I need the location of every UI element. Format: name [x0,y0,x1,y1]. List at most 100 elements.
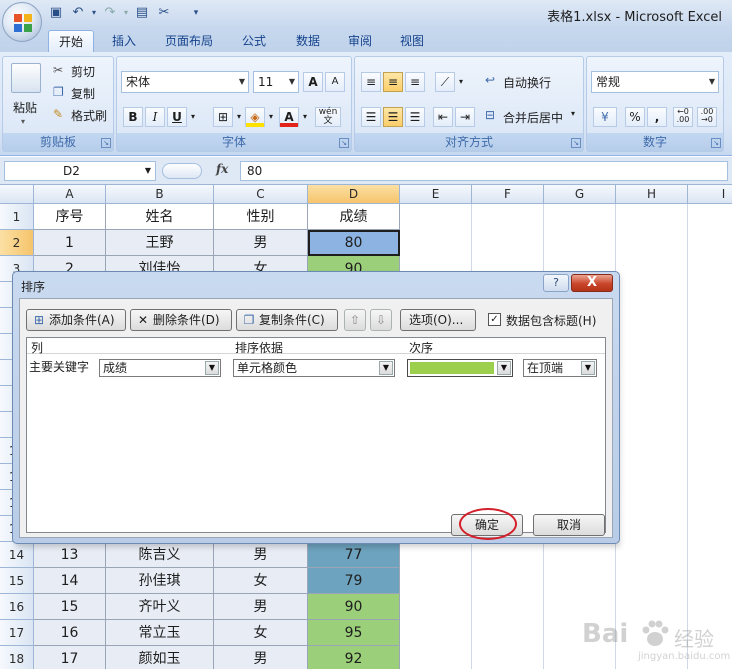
table-cell[interactable]: 男 [214,594,308,620]
paste-icon[interactable] [11,63,41,93]
sort-column-select[interactable]: 成绩 ▼ [99,359,221,377]
merge-dropdown-icon[interactable]: ▾ [571,109,575,118]
table-cell[interactable]: 92 [308,646,400,669]
table-cell[interactable]: 79 [308,568,400,594]
number-format-combo[interactable]: 常规 ▼ [591,71,719,93]
underline-dropdown-icon[interactable]: ▾ [187,107,199,127]
table-cell[interactable]: 14 [34,568,106,594]
table-cell[interactable]: 常立玉 [106,620,214,646]
shrink-font-button[interactable]: A [325,72,345,92]
copy-condition-button[interactable]: ❐ 复制条件(C) [236,309,338,331]
table-cell[interactable]: 16 [34,620,106,646]
column-header[interactable]: D [308,185,400,204]
delete-condition-button[interactable]: ✕ 删除条件(D) [130,309,232,331]
table-cell[interactable]: 男 [214,646,308,669]
save-icon[interactable]: ▣ [48,5,64,21]
print-preview-icon[interactable]: ▤ [134,5,150,21]
orientation-dropdown-icon[interactable]: ▾ [455,72,467,92]
table-cell[interactable]: 女 [214,620,308,646]
column-header[interactable]: B [106,185,214,204]
font-size-combo[interactable]: 11 ▼ [253,71,299,93]
column-header[interactable]: H [616,185,688,204]
table-cell[interactable]: 90 [308,594,400,620]
copy-button[interactable]: 复制 [71,85,95,102]
align-left-button[interactable]: ☰ [361,107,381,127]
clipboard-launcher-icon[interactable]: ↘ [101,138,111,148]
column-header[interactable]: E [400,185,472,204]
undo-dropdown-icon[interactable]: ▾ [86,5,102,21]
accounting-button[interactable]: ¥ [593,107,617,127]
undo-icon[interactable]: ↶ [70,5,86,21]
merge-center-button[interactable]: 合并后居中 [503,109,563,126]
orientation-button[interactable]: ⟋ [435,72,455,92]
options-button[interactable]: 选项(O)... [400,309,476,331]
table-cell[interactable]: 王野 [106,230,214,256]
move-down-button[interactable]: ⇩ [370,309,392,331]
row-header[interactable]: 2 [0,230,34,256]
alignment-launcher-icon[interactable]: ↘ [571,138,581,148]
paste-button[interactable]: 粘贴 [13,99,37,116]
fill-dropdown-icon[interactable]: ▾ [265,107,277,127]
tab-insert[interactable]: 插入 [104,30,144,52]
row-header[interactable]: 16 [0,594,34,620]
increase-decimal-button[interactable]: ←0.00 [673,107,693,127]
redo-icon[interactable]: ↷ [102,5,118,21]
borders-button[interactable]: ⊞ [213,107,233,127]
tab-page-layout[interactable]: 页面布局 [156,30,222,52]
has-header-checkbox[interactable]: ✓ [488,313,501,326]
paste-dropdown-icon[interactable]: ▾ [21,117,25,126]
move-up-button[interactable]: ⇧ [344,309,366,331]
tab-view[interactable]: 视图 [390,30,434,52]
increase-indent-button[interactable]: ⇥ [455,107,475,127]
table-header-cell[interactable]: 序号 [34,204,106,230]
table-header-cell[interactable]: 成绩 [308,204,400,230]
tab-data[interactable]: 数据 [286,30,330,52]
decrease-decimal-button[interactable]: .00 →0 [697,107,717,127]
number-launcher-icon[interactable]: ↘ [711,138,721,148]
order-position-select[interactable]: 在顶端 ▼ [523,359,597,377]
tab-review[interactable]: 审阅 [338,30,382,52]
font-name-combo[interactable]: 宋体 ▼ [121,71,249,93]
font-launcher-icon[interactable]: ↘ [339,138,349,148]
row-header[interactable]: 1 [0,204,34,230]
column-header[interactable]: G [544,185,616,204]
cancel-button[interactable]: 取消 [533,514,605,536]
customize-tools-icon[interactable]: ✂ [156,5,172,21]
sort-level-row[interactable]: 主要关键字 成绩 ▼ 单元格颜色 ▼ ▼ 在顶端 ▼ [27,355,605,381]
add-condition-button[interactable]: ⊞ 添加条件(A) [26,309,126,331]
row-header[interactable]: 17 [0,620,34,646]
align-top-button[interactable]: ≡ [361,72,381,92]
name-box[interactable]: D2 ▼ [4,161,156,181]
select-all-corner[interactable] [0,185,34,204]
comma-button[interactable]: , [647,107,667,127]
percent-button[interactable]: % [625,107,645,127]
borders-dropdown-icon[interactable]: ▾ [233,107,245,127]
tab-formulas[interactable]: 公式 [232,30,276,52]
align-right-button[interactable]: ☰ [405,107,425,127]
sort-on-select[interactable]: 单元格颜色 ▼ [233,359,395,377]
wrap-text-button[interactable]: 自动换行 [503,74,551,91]
row-header[interactable]: 18 [0,646,34,669]
table-header-cell[interactable]: 姓名 [106,204,214,230]
format-painter-button[interactable]: 格式刷 [71,107,107,124]
order-color-select[interactable]: ▼ [407,359,513,377]
formula-input[interactable]: 80 [240,161,728,181]
table-cell[interactable]: 17 [34,646,106,669]
close-button[interactable]: X [571,274,613,292]
column-header[interactable]: I [688,185,732,204]
row-header[interactable]: 15 [0,568,34,594]
help-button[interactable]: ? [543,274,569,292]
office-button[interactable] [2,2,42,42]
decrease-indent-button[interactable]: ⇤ [433,107,453,127]
phonetic-button[interactable]: wén 文 [315,107,341,127]
bold-button[interactable]: B [123,107,143,127]
redo-dropdown-icon[interactable]: ▾ [118,5,134,21]
column-header[interactable]: F [472,185,544,204]
table-cell[interactable]: 1 [34,230,106,256]
table-cell[interactable]: 齐叶义 [106,594,214,620]
grow-font-button[interactable]: A [303,72,323,92]
table-cell[interactable]: 15 [34,594,106,620]
align-center-button[interactable]: ☰ [383,107,403,127]
tab-home[interactable]: 开始 [48,30,94,52]
active-cell[interactable]: 80 [308,230,400,256]
